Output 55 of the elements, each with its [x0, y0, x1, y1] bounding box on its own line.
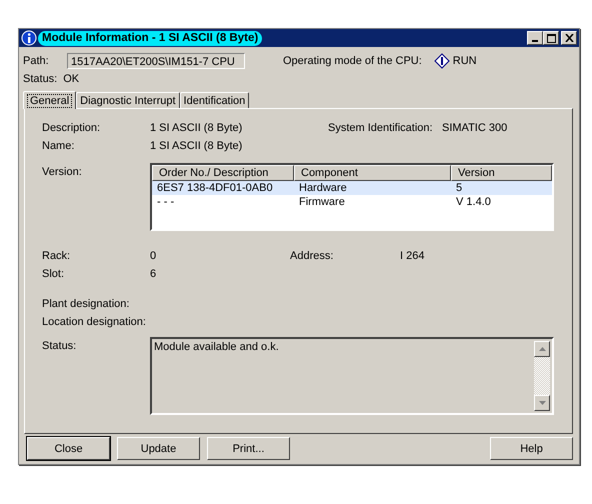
status-label: Status:	[23, 72, 58, 86]
path-field: 1517AA20\ET200S\IM151-7 CPU	[67, 53, 245, 69]
column-header[interactable]: Version	[451, 165, 552, 181]
maximize-button[interactable]	[543, 31, 559, 45]
operating-mode-label: Operating mode of the CPU:	[283, 55, 422, 67]
table-cell-text: Firmware	[298, 195, 346, 209]
field-value: 0	[150, 250, 158, 262]
field-label: Status:	[42, 339, 78, 354]
field-label: Name:	[42, 140, 76, 152]
field-value: 1 SI ASCII (8 Byte)	[150, 122, 244, 134]
dialog-button[interactable]: Close	[27, 437, 110, 460]
status-text-area[interactable]: Module available and o.k.	[150, 337, 554, 415]
field-label: Slot:	[42, 268, 66, 280]
operating-mode-value: RUN	[452, 55, 477, 67]
table-cell-text: - - -	[156, 195, 176, 209]
table-row[interactable]: 6ES7 138-4DF01-0AB0 Hardware 5	[152, 181, 552, 195]
column-header[interactable]: Component	[294, 165, 451, 181]
field-label: Address:	[290, 250, 334, 262]
field-label: Location designation:	[42, 316, 146, 328]
tab[interactable]: General	[23, 91, 76, 109]
diamond-icon	[434, 53, 450, 69]
status-value: OK	[63, 72, 80, 86]
up-arrow-icon	[538, 347, 546, 351]
field-value: I 264	[400, 250, 424, 262]
scroll-up-button[interactable]	[534, 341, 550, 357]
scrollbar[interactable]	[534, 341, 550, 411]
field-label: System Identification:	[328, 122, 434, 134]
tab[interactable]: Diagnostic Interrupt	[76, 92, 180, 108]
dialog-button[interactable]: Print...	[207, 437, 290, 460]
down-arrow-icon	[538, 401, 546, 405]
field-value: 1 SI ASCII (8 Byte)	[150, 140, 242, 152]
field-label: Description:	[42, 122, 102, 134]
table-cell-text: 5	[455, 181, 464, 195]
info-icon	[21, 30, 37, 46]
maximize-icon	[546, 34, 556, 42]
column-header[interactable]: Order No./ Description	[152, 165, 294, 181]
path-label: Path:	[23, 55, 50, 67]
close-icon	[564, 34, 574, 42]
field-label: Rack:	[42, 250, 72, 262]
field-value: SIMATIC 300	[442, 122, 508, 134]
window-title: Module Information - 1 SI ASCII (8 Byte)	[38, 30, 262, 46]
field-label: Version:	[42, 165, 83, 180]
close-button[interactable]	[561, 31, 577, 45]
table-cell-text: V 1.4.0	[455, 195, 492, 209]
field-label: Plant designation:	[42, 298, 130, 310]
status-message: Module available and o.k.	[153, 340, 279, 355]
table-row[interactable]: - - - Firmware V 1.4.0	[152, 195, 552, 209]
scroll-down-button[interactable]	[534, 395, 550, 411]
table-cell-text: Hardware	[298, 181, 348, 195]
dialog-button[interactable]: Update	[117, 437, 200, 460]
field-value: 6	[150, 268, 156, 280]
tab[interactable]: Identification	[180, 92, 250, 108]
table-cell-text: 6ES7 138-4DF01-0AB0	[156, 181, 274, 195]
minimize-button[interactable]	[527, 31, 543, 45]
dialog-button[interactable]: Help	[490, 437, 573, 460]
